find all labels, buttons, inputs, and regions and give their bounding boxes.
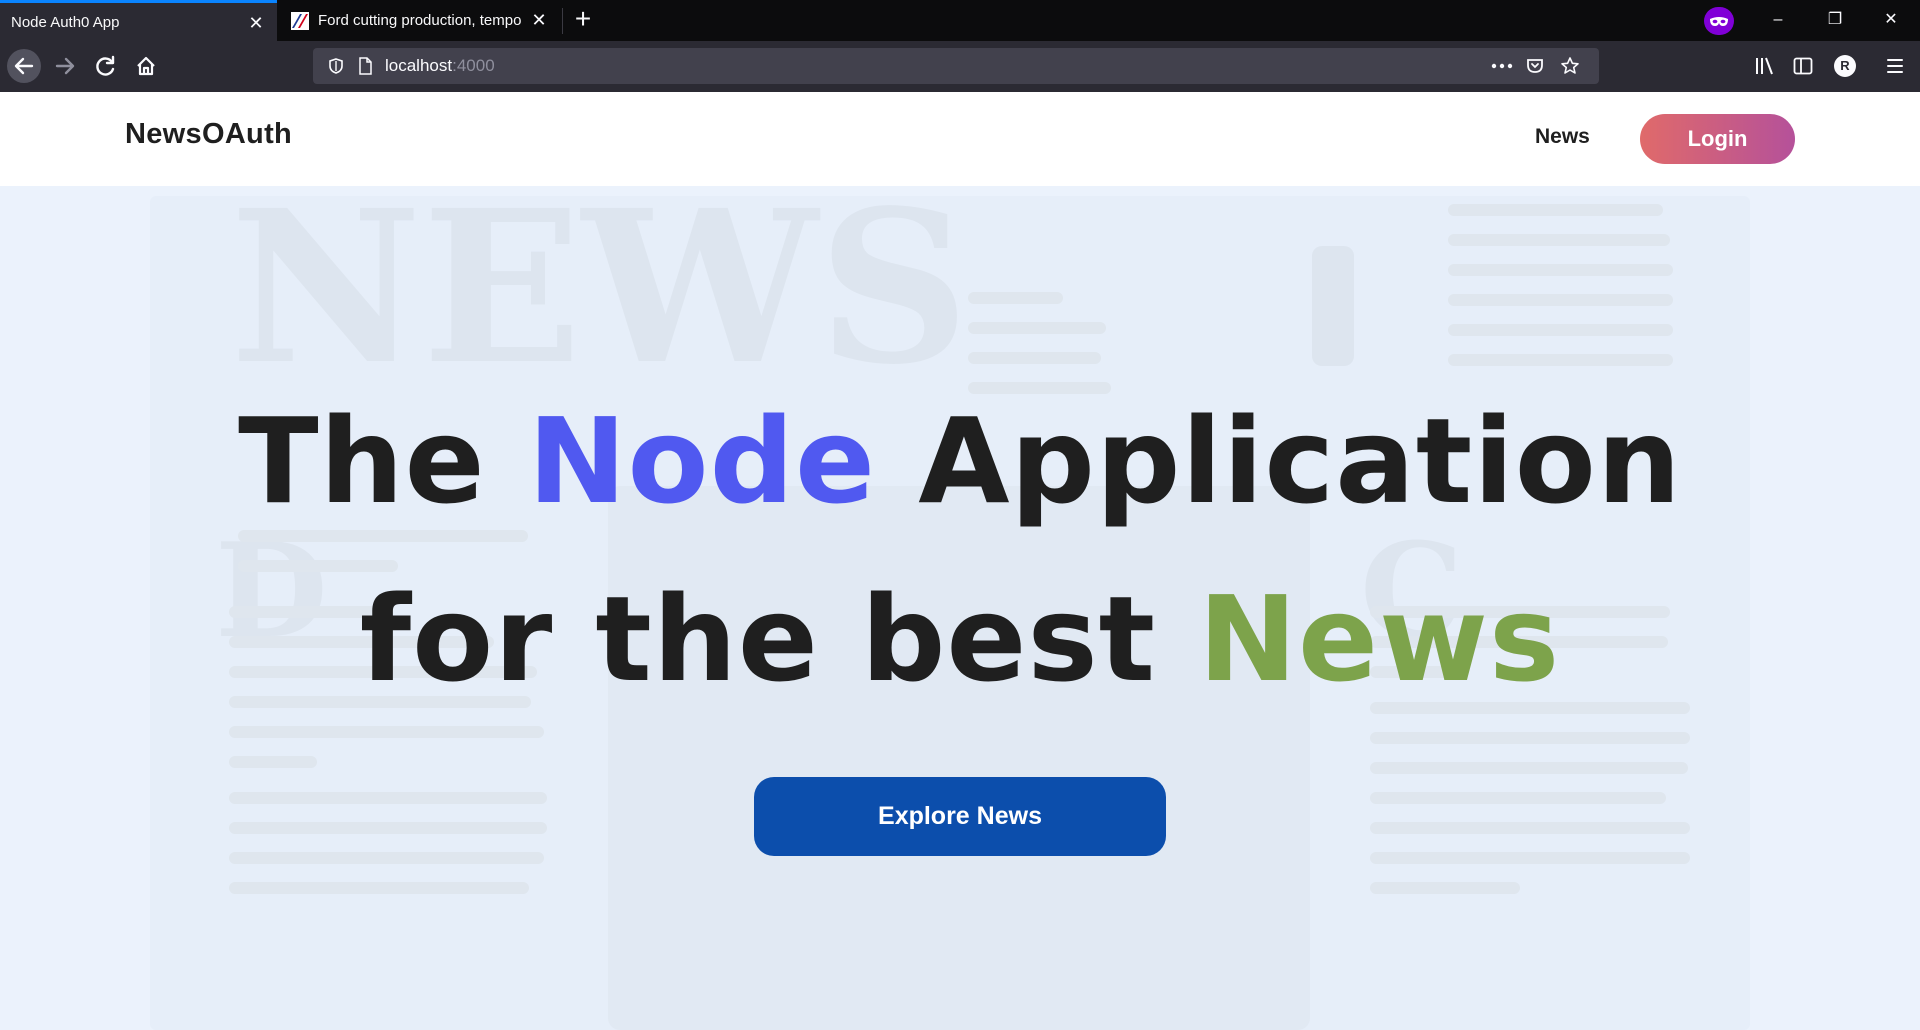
site-logo[interactable]: NewsOAuth xyxy=(125,118,292,151)
forward-button[interactable] xyxy=(48,49,82,83)
news-site-favicon-icon xyxy=(291,11,309,30)
browser-toolbar: localhost:4000 R xyxy=(0,41,1920,92)
tab-title: Ford cutting production, tempo xyxy=(318,12,522,29)
new-tab-button[interactable]: + xyxy=(570,5,596,33)
url-port: :4000 xyxy=(452,56,495,75)
hero-word-the: The xyxy=(238,392,486,530)
minimize-button[interactable]: – xyxy=(1763,8,1793,32)
back-button[interactable] xyxy=(7,49,41,83)
url-bar[interactable]: localhost:4000 xyxy=(313,48,1599,84)
home-icon xyxy=(137,56,155,76)
page-icon[interactable] xyxy=(357,57,373,75)
arrow-right-icon xyxy=(55,57,75,75)
private-browsing-icon xyxy=(1704,7,1734,35)
tab-ford-article[interactable]: Ford cutting production, tempo ✕ xyxy=(280,0,560,41)
tab-node-auth0-app[interactable]: Node Auth0 App ✕ xyxy=(0,0,277,41)
hero-title-line-1: The Node Application xyxy=(0,392,1920,530)
hamburger-menu-icon[interactable] xyxy=(1886,57,1904,75)
hero-title-line-2: for the best News xyxy=(0,570,1920,708)
url-text[interactable]: localhost:4000 xyxy=(385,56,495,76)
library-icon[interactable] xyxy=(1754,56,1776,76)
browser-tab-strip: Node Auth0 App ✕ Ford cutting production… xyxy=(0,0,1920,41)
hero-highlight-node: Node xyxy=(527,392,877,530)
pocket-icon[interactable] xyxy=(1525,56,1545,76)
more-actions-icon[interactable] xyxy=(1491,63,1513,69)
explore-news-button[interactable]: Explore News xyxy=(754,777,1166,856)
home-button[interactable] xyxy=(129,49,163,83)
reload-icon xyxy=(96,55,115,76)
site-header: NewsOAuth News Login xyxy=(0,92,1920,186)
nav-link-news[interactable]: News xyxy=(1535,125,1590,149)
arrow-left-icon xyxy=(14,57,34,75)
bookmark-star-icon[interactable] xyxy=(1560,56,1580,76)
watermark-news-text: NEWS xyxy=(230,186,970,411)
restore-button[interactable]: ❐ xyxy=(1820,8,1850,32)
login-button[interactable]: Login xyxy=(1640,114,1795,164)
tab-title: Node Auth0 App xyxy=(11,13,120,31)
close-tab-icon[interactable]: ✕ xyxy=(530,11,548,29)
reload-button[interactable] xyxy=(89,49,123,83)
hero-highlight-news: News xyxy=(1198,570,1561,708)
profile-avatar-icon[interactable]: R xyxy=(1834,55,1856,77)
sidebar-icon[interactable] xyxy=(1793,57,1813,75)
url-host: localhost xyxy=(385,56,453,75)
tab-separator xyxy=(562,8,563,34)
hero-words-for-the-best: for the best xyxy=(359,570,1157,708)
shield-icon[interactable] xyxy=(327,57,345,75)
web-page: NEWS D C NewsOAuth News Login The Node A… xyxy=(0,92,1920,1030)
hero-word-application: Application xyxy=(918,392,1682,530)
close-window-button[interactable]: ✕ xyxy=(1876,8,1906,32)
close-tab-icon[interactable]: ✕ xyxy=(247,14,265,32)
